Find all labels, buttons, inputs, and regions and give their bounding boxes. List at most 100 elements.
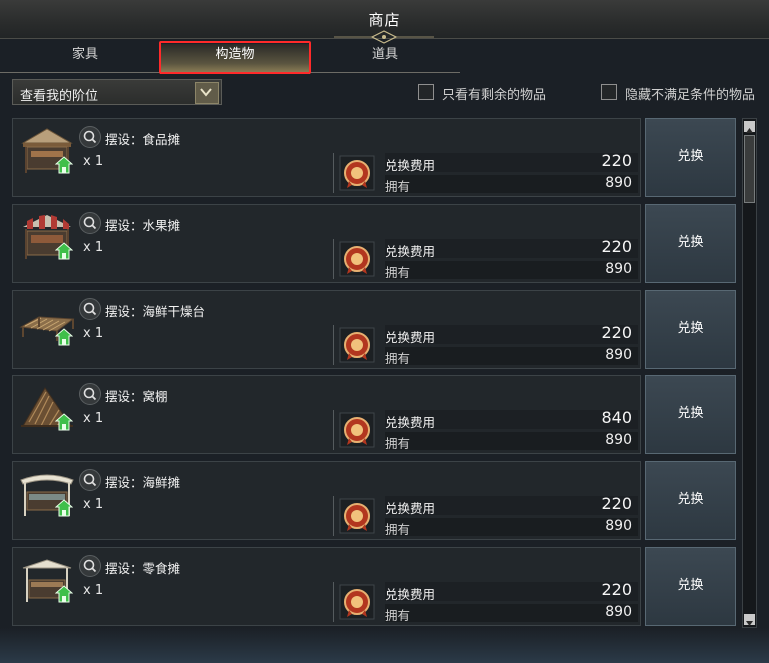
- search-icon[interactable]: [79, 555, 101, 577]
- owned-label: 拥有: [385, 265, 411, 280]
- currency-emblem-icon: [339, 584, 375, 620]
- scroll-thumb[interactable]: [744, 135, 755, 203]
- owned-value: 890: [605, 261, 632, 277]
- item-quantity: x 1: [83, 497, 104, 512]
- housing-icon: [55, 413, 73, 431]
- cost-panel: 兑换费用 220 拥有 890: [333, 494, 640, 538]
- cost-panel: 兑换费用 220 拥有 890: [333, 580, 640, 624]
- item-quantity: x 1: [83, 154, 104, 169]
- currency-emblem-icon: [339, 155, 375, 191]
- list-item: 摆设：食品摊 x 1 兑换费用 220 拥有 890 兑换: [12, 118, 739, 198]
- checkbox-box[interactable]: [418, 84, 434, 100]
- hide-unmet-label: 隐藏不满足条件的物品: [625, 88, 756, 103]
- list-item: 摆设：零食摊 x 1 兑换费用 220 拥有 890 兑换: [12, 547, 739, 627]
- owned-value: 890: [605, 518, 632, 534]
- item-list: 摆设：食品摊 x 1 兑换费用 220 拥有 890 兑换 摆设：水果摊 x 1…: [12, 118, 739, 628]
- currency-emblem-icon: [339, 498, 375, 534]
- divider: [333, 239, 334, 279]
- exchange-button[interactable]: 兑换: [645, 547, 736, 626]
- cost-panel: 兑换费用 220 拥有 890: [333, 237, 640, 281]
- list-item: 摆设：水果摊 x 1 兑换费用 220 拥有 890 兑换: [12, 204, 739, 284]
- divider: [333, 325, 334, 365]
- owned-row: 拥有 890: [385, 261, 638, 280]
- exchange-button[interactable]: 兑换: [645, 461, 736, 540]
- owned-value: 890: [605, 175, 632, 191]
- currency-emblem-icon: [339, 327, 375, 363]
- owned-value: 890: [605, 432, 632, 448]
- item-card: 摆设：海鲜干燥台 x 1 兑换费用 220 拥有 890: [12, 290, 641, 369]
- item-name: 摆设：窝棚: [105, 389, 168, 404]
- fee-value: 840: [601, 408, 632, 427]
- owned-label: 拥有: [385, 522, 411, 537]
- cost-panel: 兑换费用 220 拥有 890: [333, 323, 640, 367]
- item-quantity: x 1: [83, 411, 104, 426]
- tab-items[interactable]: 道具: [310, 44, 460, 72]
- list-item: 摆设：窝棚 x 1 兑换费用 840 拥有 890 兑换: [12, 375, 739, 455]
- exchange-button[interactable]: 兑换: [645, 204, 736, 283]
- exchange-button[interactable]: 兑换: [645, 118, 736, 197]
- housing-icon: [55, 156, 73, 174]
- item-quantity: x 1: [83, 326, 104, 341]
- list-item: 摆设：海鲜摊 x 1 兑换费用 220 拥有 890 兑换: [12, 461, 739, 541]
- fee-label: 兑换费用: [385, 244, 436, 259]
- item-name: 摆设：海鲜干燥台: [105, 304, 206, 319]
- divider: [333, 496, 334, 536]
- fee-row: 兑换费用 220: [385, 580, 638, 602]
- fee-label: 兑换费用: [385, 330, 436, 345]
- exchange-button[interactable]: 兑换: [645, 375, 736, 454]
- fee-label: 兑换费用: [385, 501, 436, 516]
- fee-row: 兑换费用 220: [385, 494, 638, 516]
- owned-row: 拥有 890: [385, 432, 638, 451]
- fee-row: 兑换费用 840: [385, 408, 638, 430]
- remaining-only-label: 只看有剩余的物品: [442, 88, 547, 103]
- scroll-up-arrow-icon[interactable]: [744, 121, 755, 133]
- fee-label: 兑换费用: [385, 415, 436, 430]
- fee-row: 兑换费用 220: [385, 237, 638, 259]
- item-card: 摆设：水果摊 x 1 兑换费用 220 拥有 890: [12, 204, 641, 283]
- title-bar: 商店: [0, 0, 769, 44]
- fee-label: 兑换费用: [385, 587, 436, 602]
- checkbox-box[interactable]: [601, 84, 617, 100]
- cost-panel: 兑换费用 220 拥有 890: [333, 151, 640, 195]
- scroll-down-arrow-icon[interactable]: [744, 614, 755, 626]
- selected-tab-highlight: [159, 41, 311, 74]
- housing-icon: [55, 328, 73, 346]
- list-item: 摆设：海鲜干燥台 x 1 兑换费用 220 拥有 890 兑换: [12, 290, 739, 370]
- background-scenery: [0, 628, 769, 663]
- filter-bar: 查看我的阶位 只看有剩余的物品 隐藏不满足条件的物品: [0, 75, 769, 111]
- item-quantity: x 1: [83, 583, 104, 598]
- owned-label: 拥有: [385, 608, 411, 623]
- search-icon[interactable]: [79, 212, 101, 234]
- fee-row: 兑换费用 220: [385, 151, 638, 173]
- exchange-button[interactable]: 兑换: [645, 290, 736, 369]
- rank-dropdown-label: 查看我的阶位: [20, 89, 99, 104]
- cost-panel: 兑换费用 840 拥有 890: [333, 408, 640, 452]
- housing-icon: [55, 499, 73, 517]
- chevron-down-icon[interactable]: [195, 82, 219, 104]
- fee-value: 220: [601, 580, 632, 599]
- item-card: 摆设：海鲜摊 x 1 兑换费用 220 拥有 890: [12, 461, 641, 540]
- currency-emblem-icon: [339, 412, 375, 448]
- tab-furniture[interactable]: 家具: [10, 44, 160, 72]
- item-card: 摆设：零食摊 x 1 兑换费用 220 拥有 890: [12, 547, 641, 626]
- owned-label: 拥有: [385, 351, 411, 366]
- rank-dropdown[interactable]: 查看我的阶位: [12, 79, 222, 105]
- fee-value: 220: [601, 237, 632, 256]
- search-icon[interactable]: [79, 126, 101, 148]
- fee-value: 220: [601, 151, 632, 170]
- search-icon[interactable]: [79, 469, 101, 491]
- fee-value: 220: [601, 323, 632, 342]
- owned-label: 拥有: [385, 179, 411, 194]
- search-icon[interactable]: [79, 383, 101, 405]
- fee-row: 兑换费用 220: [385, 323, 638, 345]
- item-card: 摆设：食品摊 x 1 兑换费用 220 拥有 890: [12, 118, 641, 197]
- owned-row: 拥有 890: [385, 604, 638, 623]
- scrollbar[interactable]: [742, 118, 757, 628]
- currency-emblem-icon: [339, 241, 375, 277]
- item-name: 摆设：零食摊: [105, 561, 181, 576]
- search-icon[interactable]: [79, 298, 101, 320]
- window-title: 商店: [368, 11, 401, 29]
- divider: [333, 153, 334, 193]
- owned-row: 拥有 890: [385, 518, 638, 537]
- fee-value: 220: [601, 494, 632, 513]
